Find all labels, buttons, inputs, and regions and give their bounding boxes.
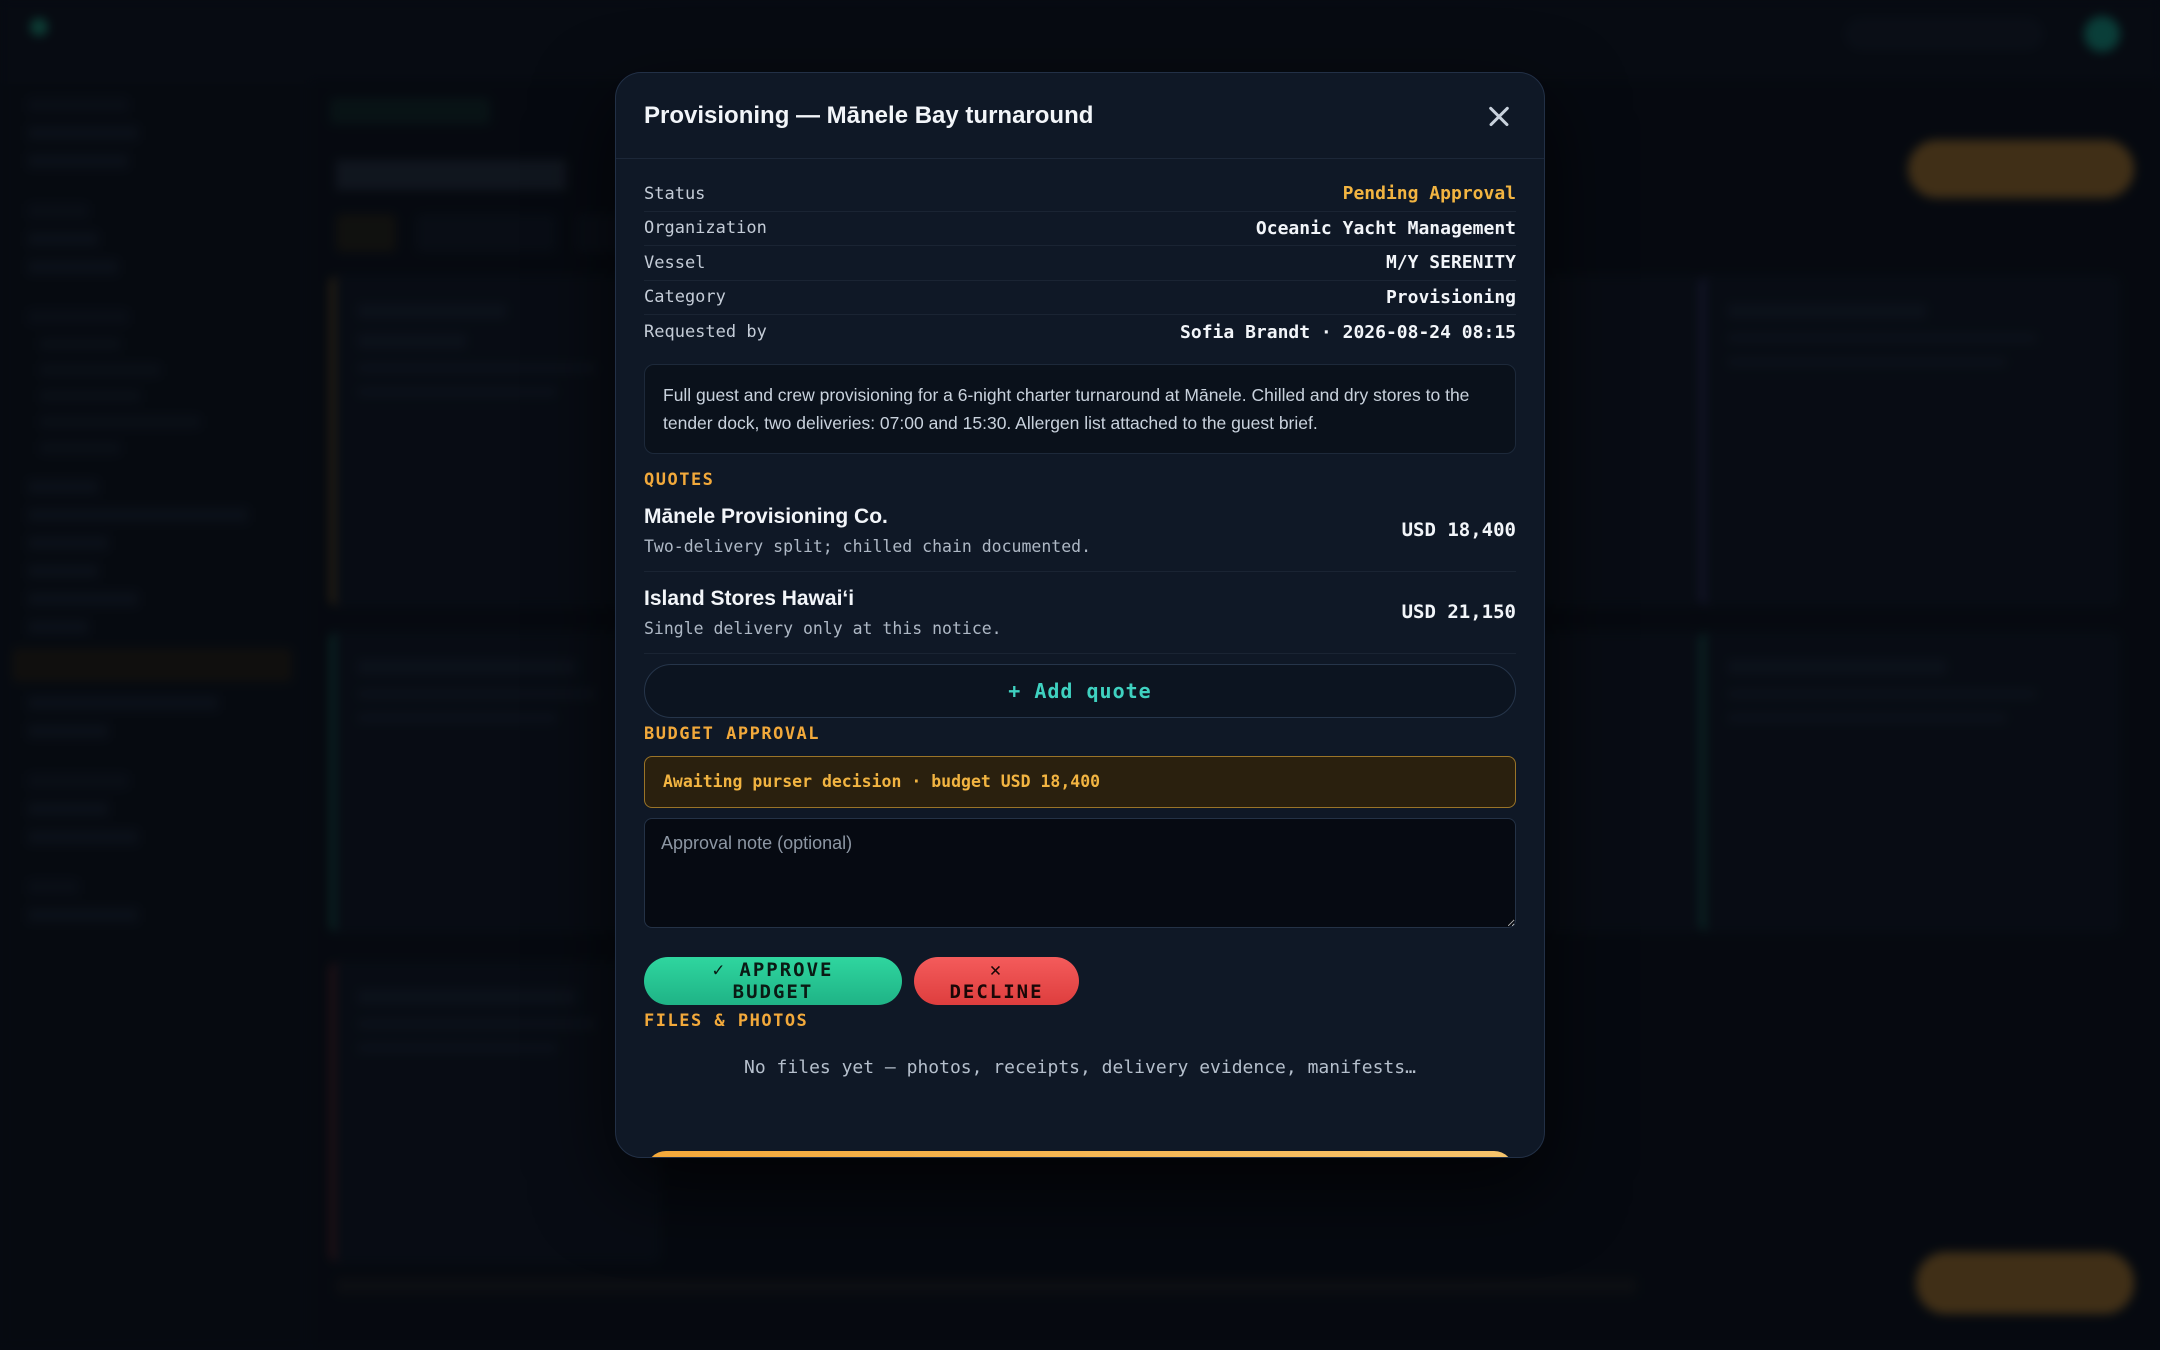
approve-budget-button[interactable]: ✓ APPROVE BUDGET bbox=[644, 956, 902, 1005]
detail-row-category: Category Provisioning bbox=[644, 281, 1516, 315]
quote-list: Mānele Provisioning Co. Two-delivery spl… bbox=[644, 490, 1516, 654]
quote-note: Two-delivery split; chilled chain docume… bbox=[644, 536, 1092, 556]
files-empty-state: No files yet — photos, receipts, deliver… bbox=[744, 1056, 1416, 1078]
primary-action-bar[interactable] bbox=[646, 1151, 1514, 1157]
quote-info: Mānele Provisioning Co. Two-delivery spl… bbox=[644, 505, 1091, 556]
detail-value: M/Y SERENITY bbox=[1385, 252, 1516, 274]
modal-body: Status Pending Approval Organization Oce… bbox=[616, 159, 1544, 1078]
detail-row-vessel: Vessel M/Y SERENITY bbox=[644, 246, 1516, 281]
quote-note: Single delivery only at this notice. bbox=[644, 618, 1002, 638]
quote-vendor: Island Stores Hawaiʻi bbox=[644, 586, 855, 610]
detail-key: Status bbox=[644, 183, 706, 204]
modal-header: Provisioning — Mānele Bay turnaround bbox=[616, 73, 1544, 159]
quotes-heading: QUOTES bbox=[644, 469, 715, 490]
close-icon[interactable] bbox=[1482, 99, 1516, 133]
quote-row[interactable]: Mānele Provisioning Co. Two-delivery spl… bbox=[644, 490, 1516, 572]
detail-key: Organization bbox=[644, 218, 767, 239]
status-badge: Pending Approval bbox=[1342, 183, 1516, 205]
files-photos-heading: FILES & PHOTOS bbox=[644, 1010, 809, 1031]
budget-status-alert: Awaiting purser decision · budget USD 18… bbox=[644, 755, 1516, 808]
detail-value: Sofia Brandt · 2026-08-24 08:15 bbox=[1180, 321, 1516, 343]
quote-amount: USD 21,150 bbox=[1401, 601, 1516, 623]
detail-value: Oceanic Yacht Management bbox=[1255, 217, 1516, 239]
decline-button[interactable]: ✕ DECLINE bbox=[914, 956, 1079, 1005]
detail-list: Status Pending Approval Organization Oce… bbox=[644, 177, 1516, 350]
detail-value: Provisioning bbox=[1385, 286, 1516, 308]
add-quote-button[interactable]: + Add quote bbox=[644, 663, 1516, 718]
quote-amount: USD 18,400 bbox=[1401, 519, 1516, 541]
approval-note-input[interactable] bbox=[644, 817, 1516, 928]
quote-vendor: Mānele Provisioning Co. bbox=[644, 504, 888, 528]
modal-title: Provisioning — Mānele Bay turnaround bbox=[644, 101, 1094, 129]
quote-info: Island Stores Hawaiʻi Single delivery on… bbox=[644, 587, 1002, 638]
detail-key: Category bbox=[644, 287, 726, 308]
provisioning-modal: Provisioning — Mānele Bay turnaround Sta… bbox=[615, 72, 1545, 1158]
detail-key: Requested by bbox=[644, 322, 767, 343]
approval-actions: ✓ APPROVE BUDGET ✕ DECLINE bbox=[644, 956, 1516, 1005]
detail-row-organization: Organization Oceanic Yacht Management bbox=[644, 212, 1516, 246]
budget-approval-heading: BUDGET APPROVAL bbox=[644, 723, 821, 744]
detail-key: Vessel bbox=[644, 252, 706, 273]
request-description: Full guest and crew provisioning for a 6… bbox=[644, 363, 1516, 454]
quote-row[interactable]: Island Stores Hawaiʻi Single delivery on… bbox=[644, 572, 1516, 654]
detail-row-status: Status Pending Approval bbox=[644, 177, 1516, 212]
detail-row-requested-by: Requested by Sofia Brandt · 2026-08-24 0… bbox=[644, 315, 1516, 350]
